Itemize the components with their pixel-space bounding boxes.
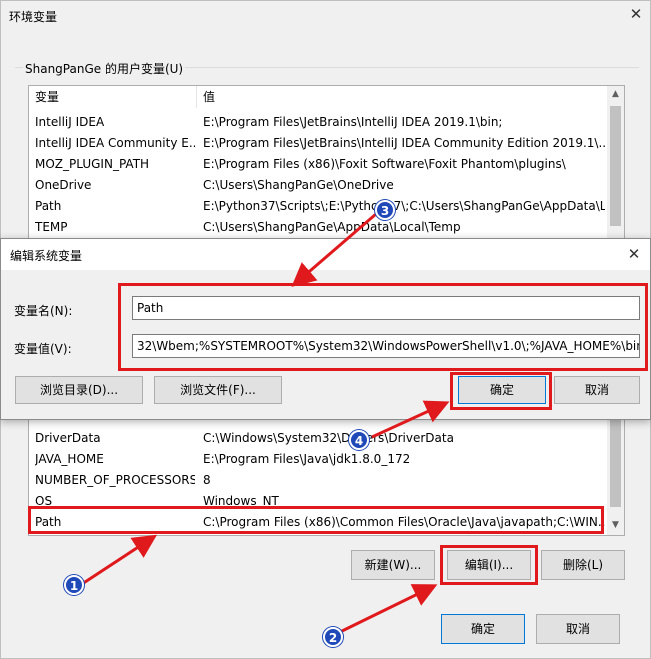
annotation-arrows	[81, 212, 450, 634]
arrow-step-2	[339, 584, 438, 634]
step-2-badge: 2	[323, 627, 343, 647]
step-3-badge: 3	[375, 200, 395, 220]
arrow-step-1	[81, 534, 158, 586]
arrow-step-3	[291, 212, 377, 287]
step-1-badge: 1	[64, 575, 84, 595]
arrow-step-4	[371, 400, 450, 439]
step-4-badge: 4	[349, 430, 369, 450]
